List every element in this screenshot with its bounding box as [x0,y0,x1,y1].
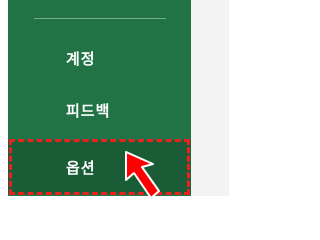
sidebar-item-feedback[interactable]: 피드백 [8,95,191,125]
red-arrow-icon [125,151,160,199]
sidebar-item-account[interactable]: 계정 [8,43,191,73]
sidebar-divider [34,18,166,19]
content-pane [191,0,229,196]
sidebar-item-label: 옵션 [66,158,96,177]
sidebar-item-label: 피드백 [66,101,111,120]
screenshot-stage: 계정 피드백 옵션 [0,0,269,230]
sidebar-item-label: 계정 [66,49,96,68]
